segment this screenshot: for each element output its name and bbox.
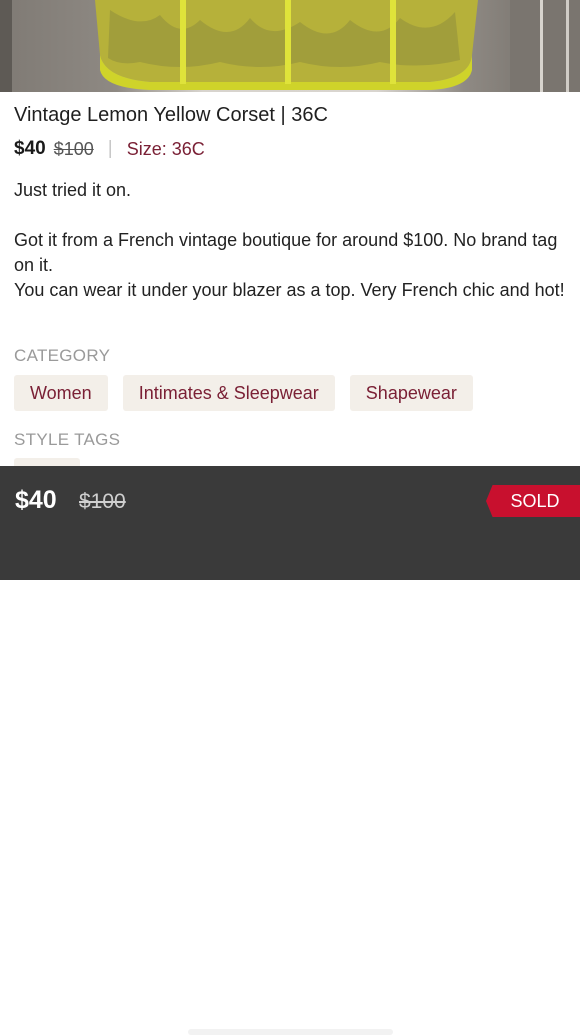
- category-tag-women[interactable]: Women: [14, 375, 108, 411]
- listing-description: Just tried it on. Got it from a French v…: [14, 178, 574, 303]
- bottom-bar-original-price: $100: [79, 490, 126, 513]
- category-tag-intimates[interactable]: Intimates & Sleepwear: [122, 375, 335, 411]
- category-heading: CATEGORY: [14, 346, 111, 365]
- listing-original-price: $100: [53, 138, 94, 159]
- description-line: Got it from a French vintage boutique fo…: [14, 230, 558, 275]
- product-photo[interactable]: [0, 0, 580, 92]
- sold-badge: SOLD: [486, 485, 580, 517]
- category-tags: Women Intimates & Sleepwear Shapewear: [14, 375, 473, 411]
- price-size-separator: |: [107, 138, 113, 159]
- category-tag-shapewear[interactable]: Shapewear: [349, 375, 473, 411]
- bottom-bar-price: $40: [15, 486, 57, 514]
- description-line: Just tried it on.: [14, 180, 132, 200]
- listing-title: Vintage Lemon Yellow Corset | 36C: [14, 104, 328, 126]
- description-line: You can wear it under your blazer as a t…: [14, 280, 565, 300]
- bottom-bar: $40 $100 SOLD: [0, 466, 580, 1035]
- corset-image: [0, 0, 580, 92]
- price-row: $40 $100 | Size: 36C: [14, 137, 205, 161]
- listing-price: $40: [14, 138, 46, 159]
- style-tags-heading: STYLE TAGS: [14, 430, 121, 449]
- home-indicator[interactable]: [188, 1029, 393, 1035]
- listing-size[interactable]: Size: 36C: [127, 139, 205, 160]
